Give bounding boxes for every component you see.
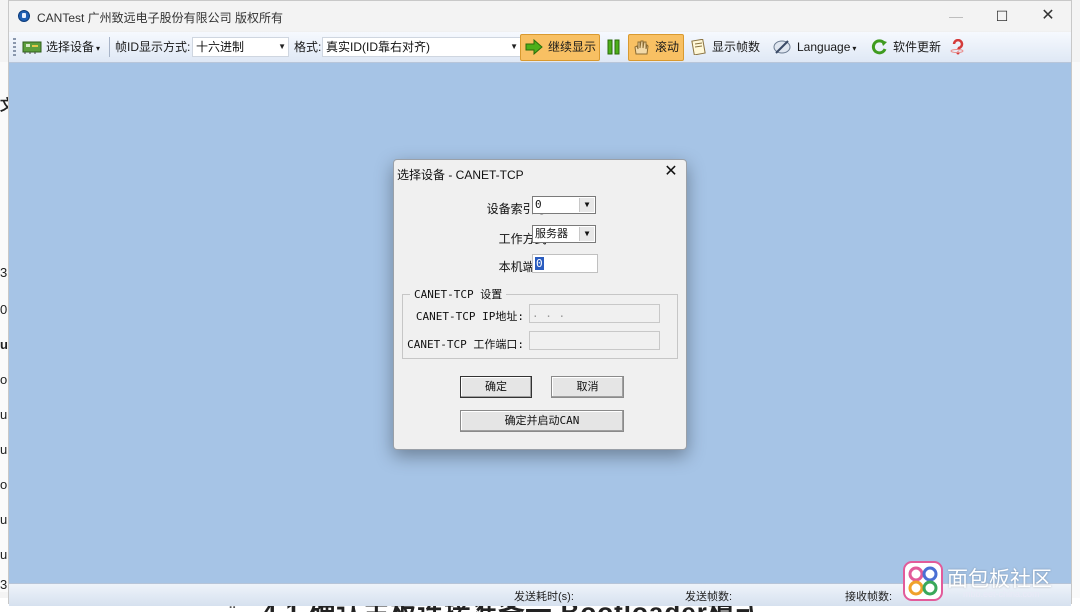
ok-button[interactable]: 确定 (460, 376, 532, 398)
edge-letter: 3 (0, 577, 8, 592)
group-title: CANET-TCP 设置 (410, 286, 507, 302)
edge-letter: u (0, 512, 8, 527)
language-label: Language (797, 40, 851, 54)
frame-id-format-select[interactable]: 十六进制 ▼ (192, 37, 289, 57)
device-index-select[interactable]: 0 ▼ (532, 196, 596, 214)
work-mode-select[interactable]: 服务器 ▼ (532, 225, 596, 243)
language-button[interactable]: Language ▾ (797, 36, 856, 58)
format-label: 格式: (294, 40, 322, 54)
chevron-down-icon: ▼ (278, 42, 286, 51)
minimize-button[interactable]: — (933, 1, 979, 31)
maximize-button[interactable]: ☐ (979, 1, 1025, 31)
select-device-dialog: 选择设备 - CANET-TCP ✕ 设备索引号: 0 ▼ 工作方式: 服务器 … (393, 159, 687, 450)
edge-letter: u (0, 407, 8, 422)
select-device-label: 选择设备 (46, 40, 95, 54)
recv-frames-label: 接收帧数: (845, 591, 893, 603)
pen-icon (773, 40, 791, 54)
help-icon[interactable] (949, 39, 967, 55)
select-device-button[interactable]: 选择设备 ▾ (46, 36, 100, 58)
chevron-down-icon: ▼ (579, 227, 594, 241)
frame-id-format-value: 十六进制 (196, 40, 245, 54)
ip-address-value: . . . (532, 307, 566, 320)
toolbar-separator (109, 37, 110, 57)
send-time-label: 发送耗时(s): (514, 591, 574, 603)
edge-letter: u (0, 547, 8, 562)
ip-address-label: CANET-TCP IP地址: (415, 310, 524, 323)
chevron-down-icon: ▼ (579, 198, 594, 212)
scroll-label: 滚动 (655, 40, 680, 54)
device-index-value: 0 (535, 198, 542, 211)
toolbar-grip-icon[interactable] (13, 38, 16, 56)
app-icon (18, 10, 30, 22)
edge-letter: 3 (0, 265, 8, 280)
watermark-logo-icon (903, 561, 943, 601)
chevron-down-icon: ▼ (510, 42, 518, 51)
work-port-input[interactable] (529, 331, 660, 350)
edge-letter: u (0, 337, 8, 352)
local-port-value: 0 (535, 257, 544, 270)
window-title: CANTest 广州致远电子股份有限公司 版权所有 (37, 11, 284, 25)
work-mode-value: 服务器 (535, 227, 568, 240)
dialog-close-button[interactable]: ✕ (662, 163, 680, 181)
arrow-right-icon (525, 39, 543, 55)
title-bar[interactable]: CANTest 广州致远电子股份有限公司 版权所有 — ☐ ✕ (9, 1, 1071, 31)
software-update-button[interactable]: 软件更新 (893, 36, 941, 58)
watermark-url: mbb.eet-china.com (963, 589, 1040, 599)
ip-address-input[interactable]: . . . (529, 304, 660, 323)
edge-letter: u (0, 442, 8, 457)
dialog-title: 选择设备 - CANET-TCP (397, 168, 524, 182)
cancel-button[interactable]: 取消 (551, 376, 624, 398)
device-board-icon (22, 41, 42, 54)
local-port-input[interactable]: 0 (532, 254, 598, 273)
format-select[interactable]: 真实ID(ID靠右对齐) ▼ (322, 37, 521, 57)
ok-and-start-can-button[interactable]: 确定并启动CAN (460, 410, 624, 432)
background-right-edge (1072, 62, 1080, 602)
frame-id-format-label: 帧ID显示方式: (115, 40, 191, 54)
send-frames-label: 发送帧数: (685, 591, 733, 603)
close-button[interactable]: ✕ (1025, 1, 1071, 31)
watermark: 面包板社区 mbb.eet-china.com (903, 561, 1073, 603)
frame-count-icon (691, 39, 706, 55)
format-value: 真实ID(ID靠右对齐) (326, 40, 430, 54)
main-toolbar: 选择设备 ▾ 帧ID显示方式: 十六进制 ▼ 格式: 真实ID(ID靠右对齐) ▼… (9, 32, 1071, 63)
chevron-down-icon: ▾ (852, 44, 857, 53)
pause-icon[interactable] (605, 39, 623, 55)
hand-scroll-icon (634, 40, 649, 55)
edge-letter: 0 (0, 302, 8, 317)
refresh-icon (871, 39, 887, 55)
continue-display-label: 继续显示 (548, 40, 597, 54)
show-frame-count-button[interactable]: 显示帧数 (712, 36, 760, 58)
chevron-down-icon: ▾ (96, 44, 101, 53)
work-port-label: CANET-TCP 工作端口: (407, 338, 524, 351)
